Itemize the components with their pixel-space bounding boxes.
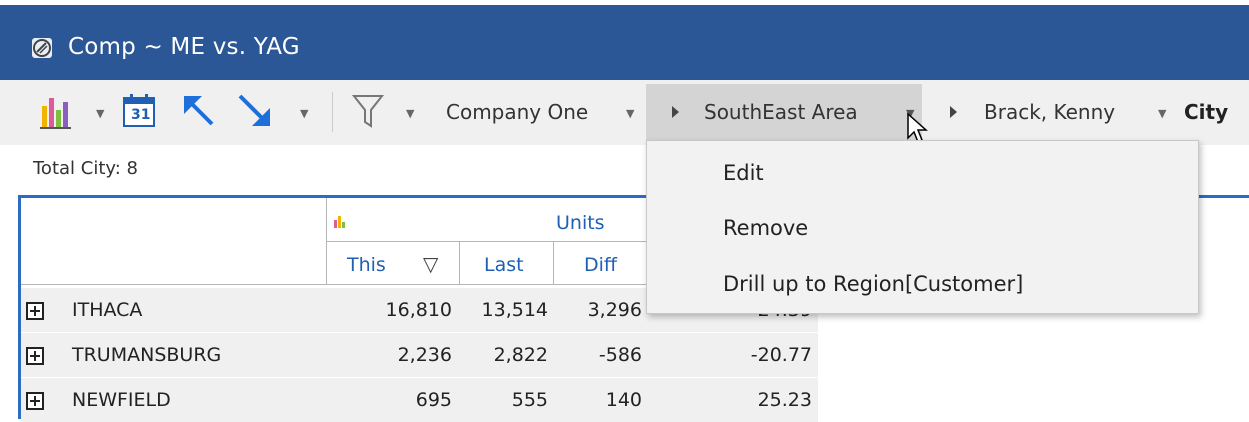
cell-this: 16,810 xyxy=(385,299,452,321)
column-this-label: This xyxy=(347,254,386,276)
row-name: TRUMANSBURG xyxy=(72,344,222,366)
row-name: ITHACA xyxy=(72,299,143,321)
level-label: City xyxy=(1184,100,1229,124)
cell-diff: 140 xyxy=(605,389,642,411)
breadcrumb-area[interactable]: SouthEast Area xyxy=(704,100,858,124)
titlebar-top-strip xyxy=(0,0,1249,5)
expand-icon[interactable] xyxy=(26,347,44,365)
column-header-last[interactable]: Last xyxy=(460,242,554,285)
triangle-right-icon xyxy=(672,106,679,118)
chevron-down-icon[interactable]: ▼ xyxy=(300,107,308,120)
cell-pct: 25.23 xyxy=(757,389,812,411)
expand-icon[interactable] xyxy=(26,392,44,410)
menu-item-edit[interactable]: Edit xyxy=(723,161,764,185)
units-header-label: Units xyxy=(556,212,605,234)
breadcrumb-company[interactable]: Company One xyxy=(446,100,588,124)
cell-diff: -586 xyxy=(598,344,642,366)
drill-down-button[interactable] xyxy=(236,92,274,130)
triangle-right-icon xyxy=(950,106,957,118)
calendar-day: 31 xyxy=(131,107,151,123)
chart-type-button[interactable] xyxy=(40,92,74,130)
row-header-corner xyxy=(21,198,327,285)
total-count: Total City: 8 xyxy=(33,158,138,179)
drill-up-button[interactable] xyxy=(180,92,218,130)
menu-item-remove[interactable]: Remove xyxy=(723,216,808,240)
cell-diff: 3,296 xyxy=(587,299,642,321)
expand-icon[interactable] xyxy=(26,302,44,320)
chevron-down-icon[interactable]: ▼ xyxy=(1158,107,1166,120)
filter-button[interactable] xyxy=(351,92,386,130)
toolbar-separator xyxy=(332,92,333,132)
bar-chart-icon xyxy=(40,98,71,129)
funnel-icon xyxy=(351,95,385,128)
mini-chart-icon xyxy=(334,216,345,228)
menu-item-drill-up[interactable]: Drill up to Region[Customer] xyxy=(723,272,1023,296)
chevron-down-icon[interactable]: ▼ xyxy=(96,107,104,120)
column-header-this[interactable]: This ▽ xyxy=(327,242,460,285)
arrow-down-right-icon xyxy=(238,94,270,126)
cell-this: 695 xyxy=(415,389,452,411)
row-name: NEWFIELD xyxy=(72,389,171,411)
chevron-down-icon[interactable]: ▼ xyxy=(406,107,414,120)
column-last-label: Last xyxy=(484,254,524,276)
breadcrumb-salesperson[interactable]: Brack, Kenny xyxy=(984,100,1115,124)
cell-last: 13,514 xyxy=(481,299,548,321)
sort-descending-icon[interactable]: ▽ xyxy=(423,252,438,276)
column-diff-label: Diff xyxy=(584,254,617,276)
window-title: Comp ~ ME vs. YAG xyxy=(68,34,300,60)
column-header-diff[interactable]: Diff xyxy=(554,242,648,285)
breadcrumb-context-menu: Edit Remove Drill up to Region[Customer] xyxy=(646,140,1199,314)
cell-this: 2,236 xyxy=(397,344,452,366)
cell-last: 555 xyxy=(511,389,548,411)
chevron-down-icon[interactable]: ▼ xyxy=(626,107,634,120)
cell-last: 2,822 xyxy=(493,344,548,366)
cell-pct: -20.77 xyxy=(750,344,812,366)
arrow-up-left-icon xyxy=(184,96,214,126)
app-logo-icon xyxy=(32,38,52,58)
calendar-button[interactable]: 31 xyxy=(122,92,158,130)
